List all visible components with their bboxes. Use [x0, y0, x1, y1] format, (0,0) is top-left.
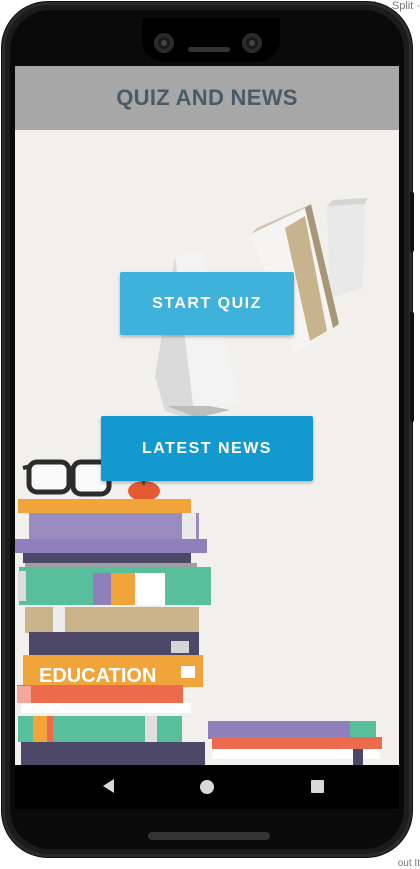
- app-screen: EDUCATION QUIZ AND NEWS START QUIZ LATES…: [15, 66, 399, 765]
- apple-image: [128, 479, 160, 501]
- latest-news-button[interactable]: LATEST NEWS: [101, 416, 313, 481]
- back-icon[interactable]: [103, 779, 114, 793]
- power-button: [410, 192, 414, 252]
- home-icon[interactable]: [200, 780, 214, 794]
- system-navigation-bar: [15, 765, 399, 809]
- start-quiz-button[interactable]: START QUIZ: [120, 272, 294, 335]
- book-stack-image: [15, 499, 382, 765]
- recents-icon[interactable]: [311, 780, 324, 793]
- front-camera-icon: [242, 33, 262, 53]
- page-title: QUIZ AND NEWS: [116, 85, 298, 110]
- edge-text-fragment-bottom: out It: [397, 858, 420, 869]
- education-book-label: EDUCATION: [39, 665, 156, 687]
- earpiece-speaker: [188, 47, 230, 52]
- bottom-speaker: [148, 832, 270, 840]
- volume-button: [410, 312, 414, 422]
- front-camera-icon: [154, 33, 174, 53]
- app-toolbar: QUIZ AND NEWS: [15, 66, 399, 130]
